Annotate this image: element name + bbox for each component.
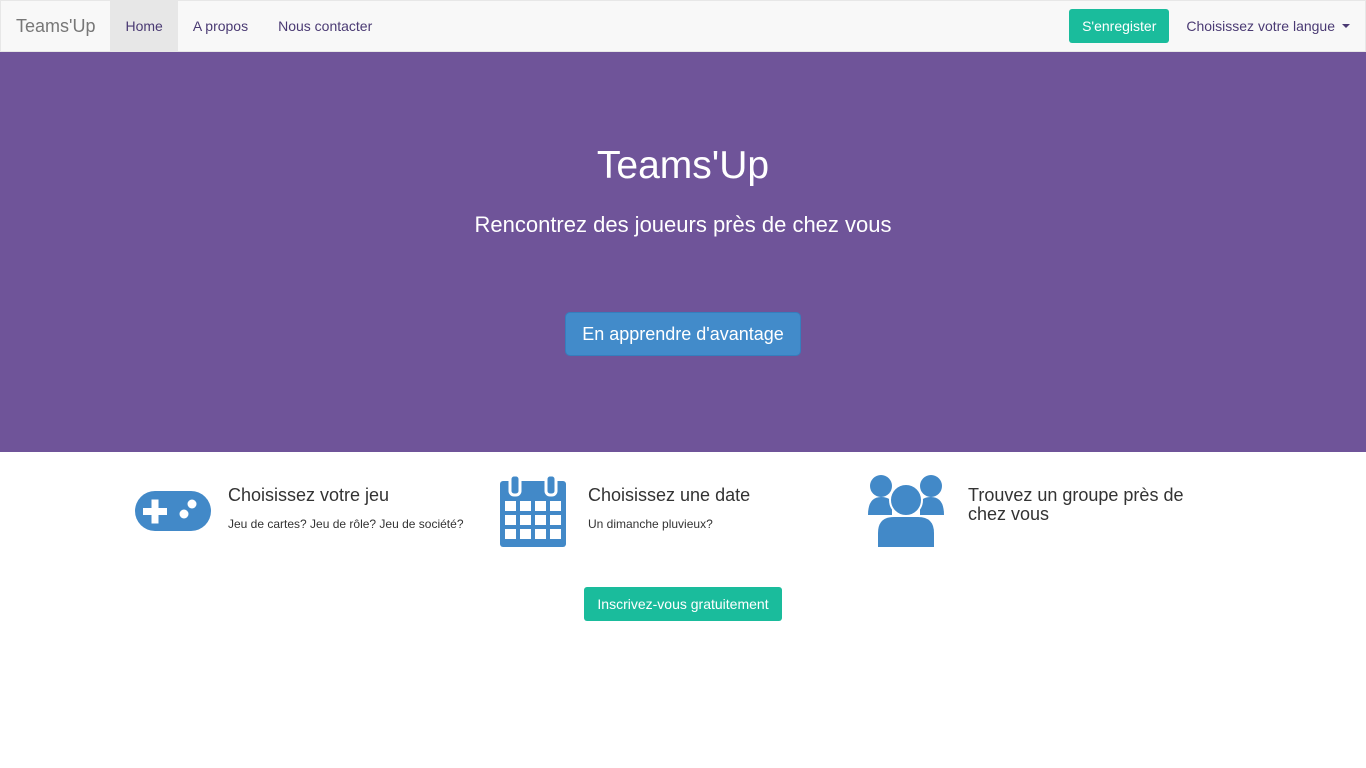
feature-description: Jeu de cartes? Jeu de rôle? Jeu de socié… xyxy=(228,517,464,531)
navbar-right: S'enregister Choisissez votre langue xyxy=(1069,1,1365,51)
brand-logo[interactable]: Teams'Up xyxy=(1,1,110,51)
feature-group: Trouvez un groupe près de chez vous xyxy=(868,474,1208,548)
feature-description: Un dimanche pluvieux? xyxy=(588,517,713,531)
language-label: Choisissez votre langue xyxy=(1186,18,1335,34)
feature-title: Choisissez votre jeu xyxy=(228,485,390,505)
users-icon xyxy=(868,474,944,548)
calendar-icon xyxy=(488,474,578,548)
learn-more-button[interactable]: En apprendre d'avantage xyxy=(565,312,801,356)
language-dropdown[interactable]: Choisissez votre langue xyxy=(1171,1,1365,51)
hero-section: Teams'Up Rencontrez des joueurs près de … xyxy=(0,52,1366,452)
hero-subtitle: Rencontrez des joueurs près de chez vous xyxy=(474,212,892,237)
feature-date: Choisissez une date Un dimanche pluvieux… xyxy=(488,474,750,548)
navbar: Teams'Up Home A propos Nous contacter S'… xyxy=(0,0,1366,52)
feature-game: Choisissez votre jeu Jeu de cartes? Jeu … xyxy=(128,474,464,548)
feature-title: Trouvez un groupe près de chez vous xyxy=(968,485,1184,524)
nav-home[interactable]: Home xyxy=(110,1,178,51)
caret-down-icon xyxy=(1342,24,1350,28)
hero-title: Teams'Up xyxy=(596,144,770,187)
gamepad-icon xyxy=(128,474,218,548)
nav-contact[interactable]: Nous contacter xyxy=(263,1,387,51)
signup-button[interactable]: Inscrivez-vous gratuitement xyxy=(584,587,782,621)
feature-title: Choisissez une date xyxy=(588,485,751,505)
register-button[interactable]: S'enregister xyxy=(1069,9,1170,43)
nav-about[interactable]: A propos xyxy=(178,1,263,51)
